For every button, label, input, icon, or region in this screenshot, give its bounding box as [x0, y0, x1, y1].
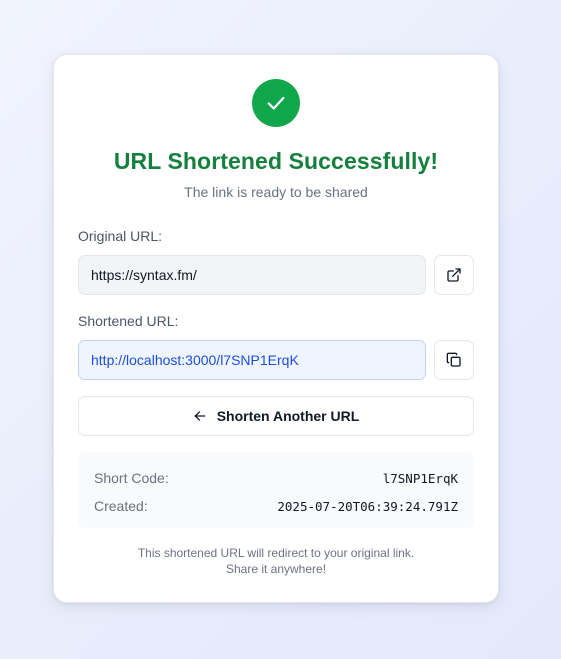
short-code-value: l7SNP1ErqK	[382, 470, 458, 486]
footer-note: This shortened URL will redirect to your…	[78, 545, 474, 577]
copy-button[interactable]	[434, 340, 474, 380]
page-title: URL Shortened Successfully!	[113, 148, 439, 174]
original-url-field[interactable]: https://syntax.fm/	[78, 255, 426, 295]
shorten-another-label: Shorten Another URL	[216, 408, 360, 424]
created-label: Created:	[94, 498, 148, 514]
shortened-url-field[interactable]: http://localhost:3000/l7SNP1ErqK	[78, 340, 426, 380]
footer-line-2: Share it anywhere!	[225, 562, 327, 576]
success-card: URL Shortened Successfully! The link is …	[53, 54, 499, 603]
external-link-icon	[447, 268, 461, 282]
created-row: Created: 2025-07-20T06:39:24.791Z	[94, 496, 458, 516]
shortened-url-label: Shortened URL:	[78, 313, 179, 329]
short-code-row: Short Code: l7SNP1ErqK	[94, 468, 458, 488]
success-badge	[252, 79, 300, 127]
original-url-label: Original URL:	[78, 228, 163, 244]
copy-icon	[446, 352, 461, 367]
arrow-left-icon	[194, 411, 206, 421]
created-value: 2025-07-20T06:39:24.791Z	[277, 498, 458, 514]
shorten-another-button[interactable]: Shorten Another URL	[78, 396, 474, 436]
short-code-label: Short Code:	[94, 470, 169, 486]
page-subtitle: The link is ready to be shared	[184, 184, 368, 200]
footer-line-1: This shortened URL will redirect to your…	[137, 546, 415, 560]
open-original-button[interactable]	[434, 255, 474, 295]
check-icon	[267, 96, 285, 110]
shortened-url-row: http://localhost:3000/l7SNP1ErqK	[78, 340, 474, 380]
original-url-row: https://syntax.fm/	[78, 255, 474, 295]
details-panel: Short Code: l7SNP1ErqK Created: 2025-07-…	[78, 452, 474, 528]
